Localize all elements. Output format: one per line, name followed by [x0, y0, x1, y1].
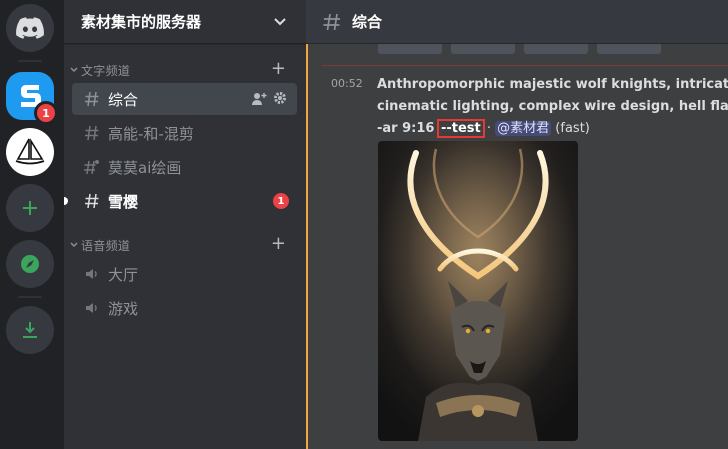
upscale-button[interactable]: [451, 44, 515, 54]
channel-item-highlights[interactable]: 高能-和-混剪: [72, 117, 297, 149]
category-label: 语音频道: [81, 238, 131, 253]
thread-hash-icon: [82, 157, 102, 177]
invite-icon[interactable]: [251, 91, 267, 107]
server-rail: 1: [0, 0, 64, 449]
message-line: Anthropomorphic majestic wolf knights, i…: [377, 77, 728, 92]
new-messages-divider: [322, 65, 728, 66]
channel-item-general[interactable]: 综合: [72, 83, 297, 115]
channel-name: 综合: [108, 90, 139, 109]
message-timestamp: 00:52: [331, 77, 363, 90]
channel-header: 综合: [306, 0, 728, 44]
chevron-down-icon: [274, 18, 286, 26]
channel-name: 雪樱: [108, 192, 139, 211]
server-icon-midjourney[interactable]: [6, 128, 54, 176]
channel-sidebar: 素材集市的服务器 文字频道 + 综合 高能-和-混剪 莫莫ai绘画 雪樱 1 语…: [64, 0, 306, 449]
channel-name: 莫莫ai绘画: [108, 158, 182, 177]
rail-separator: [18, 296, 42, 298]
add-server-button[interactable]: [6, 184, 54, 232]
rail-separator: [18, 60, 42, 62]
category-label: 文字频道: [81, 63, 131, 78]
voice-channel-games[interactable]: 游戏: [72, 292, 297, 324]
message-list: 00:52 Anthropomorphic majestic wolf knig…: [306, 44, 728, 449]
speaker-icon: [82, 264, 102, 284]
server-notification-badge: 1: [34, 101, 58, 125]
channel-name: 大厅: [108, 265, 139, 284]
channel-name: 高能-和-混剪: [108, 124, 194, 143]
caret-down-icon: [70, 242, 78, 247]
hash-icon: [82, 191, 102, 211]
message-line: cinematic lighting, complex wire design,…: [377, 99, 728, 114]
channel-item-ai-art[interactable]: 莫莫ai绘画: [72, 151, 297, 183]
caret-down-icon: [70, 67, 78, 72]
category-text-channels[interactable]: 文字频道 +: [64, 60, 306, 80]
download-apps-button[interactable]: [6, 306, 54, 354]
voice-channel-lobby[interactable]: 大厅: [72, 258, 297, 290]
upscale-button[interactable]: [597, 44, 661, 54]
user-mention[interactable]: @素材君: [495, 121, 552, 136]
hash-icon: [82, 89, 102, 109]
compass-icon: [21, 255, 39, 273]
channel-name: 游戏: [108, 299, 139, 318]
mention-badge: 1: [273, 193, 289, 209]
sailboat-icon: [15, 138, 45, 165]
discord-logo-icon: [16, 17, 44, 39]
channel-item-xueying[interactable]: 雪樱 1: [72, 185, 297, 217]
server-name: 素材集市的服务器: [81, 13, 202, 31]
message-line: -ar 9:16 --test · @素材君 (fast): [377, 118, 728, 140]
explore-servers-button[interactable]: [6, 240, 54, 288]
upscale-button[interactable]: [524, 44, 588, 54]
aspect-ratio-param: -ar 9:16: [377, 121, 439, 136]
previous-message-buttons: [378, 44, 661, 54]
hash-icon: [323, 13, 340, 30]
create-channel-icon[interactable]: +: [271, 235, 286, 253]
download-icon: [23, 322, 37, 338]
hash-icon: [82, 123, 102, 143]
create-channel-icon[interactable]: +: [271, 60, 286, 78]
message-content: Anthropomorphic majestic wolf knights, i…: [377, 74, 728, 140]
chat-area: 综合 00:52 Anthropomorphic majestic wolf k…: [306, 0, 728, 449]
discord-home-button[interactable]: [6, 4, 54, 52]
generated-image[interactable]: [378, 141, 578, 441]
speaker-icon: [82, 298, 102, 318]
generation-mode: (fast): [551, 121, 590, 136]
upscale-button[interactable]: [378, 44, 442, 54]
wolf-knight-illustration: [378, 141, 578, 441]
plus-icon: [23, 201, 37, 215]
gear-icon[interactable]: [273, 91, 287, 105]
separator: ·: [482, 121, 496, 136]
test-flag-highlight: --test: [436, 119, 485, 138]
category-voice-channels[interactable]: 语音频道 +: [64, 235, 306, 255]
unread-indicator: [64, 197, 68, 205]
channel-title: 综合: [352, 13, 383, 31]
server-header[interactable]: 素材集市的服务器: [64, 0, 306, 44]
